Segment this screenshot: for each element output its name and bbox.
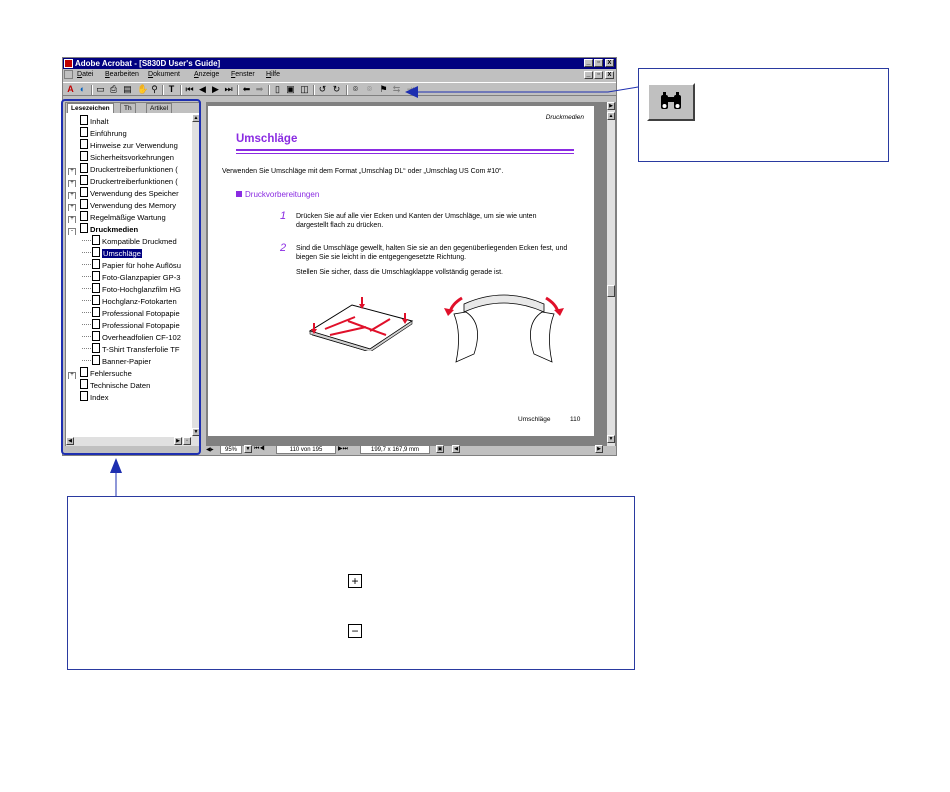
find-button-callout — [638, 68, 889, 162]
binoculars-icon — [661, 92, 681, 109]
find-button-enlarged — [647, 83, 695, 121]
expand-symbol-icon: + — [348, 574, 362, 588]
bookmark-tree-callout: + − — [67, 496, 635, 670]
collapse-symbol-icon: − — [348, 624, 362, 638]
